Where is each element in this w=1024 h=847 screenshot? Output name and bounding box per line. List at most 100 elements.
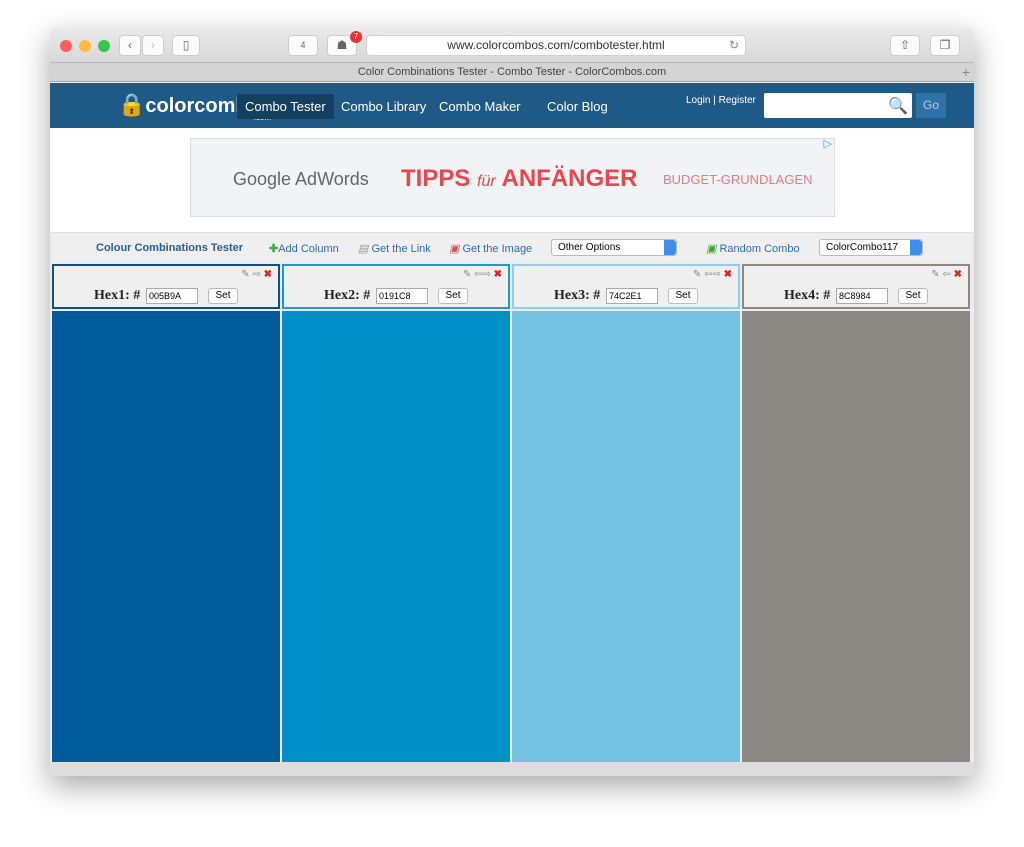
set-button[interactable]: Set: [668, 288, 698, 304]
add-column-label: Add Column: [278, 243, 339, 255]
tester-toolbar: Colour Combinations Tester ✚Add Column ▤…: [52, 232, 972, 262]
move-arrows-icon[interactable]: ⇨: [252, 269, 260, 280]
color-column: ✎ ⇦⇨ ✖ Hex2: # 0191C8 Set: [282, 264, 510, 763]
column-header: ✎ ⇨ ✖ Hex1: # 005B9A Set: [52, 264, 280, 309]
go-button[interactable]: Go: [916, 93, 946, 118]
sidebar-icon[interactable]: ▯: [172, 35, 200, 56]
site-header: 🔒colorcombos.com Combo Tester Combo Libr…: [50, 83, 974, 128]
column-header: ✎ ⇦⇨ ✖ Hex2: # 0191C8 Set: [282, 264, 510, 309]
get-image-label: Get the Image: [462, 243, 533, 255]
nav-combo-library[interactable]: Combo Library: [333, 94, 434, 119]
document-icon: ▤: [358, 243, 369, 255]
adchoices-icon[interactable]: ▷: [824, 137, 832, 150]
address-bar[interactable]: www.colorcombos.com/combotester.html ↻: [366, 35, 746, 56]
browser-window: ‹ › ▯ 4 ☗ 7 www.colorcombos.com/combotest…: [50, 28, 974, 776]
tab-bar[interactable]: Color Combinations Tester - Combo Tester…: [50, 62, 974, 82]
back-button[interactable]: ‹: [119, 35, 141, 56]
select-arrows-icon: [910, 240, 922, 255]
set-button[interactable]: Set: [898, 288, 928, 304]
set-button[interactable]: Set: [438, 288, 468, 304]
hex-label: Hex2: #: [324, 288, 371, 303]
ad-brand: Google AdWords: [233, 169, 369, 189]
status-bar: [50, 762, 974, 776]
remove-icon[interactable]: ✖: [724, 269, 732, 280]
hex-input[interactable]: 0191C8: [376, 288, 428, 304]
forward-button[interactable]: ›: [142, 35, 164, 56]
random-icon: ▣: [706, 243, 717, 255]
hex-label: Hex1: #: [94, 288, 141, 303]
random-combo-label: Random Combo: [719, 243, 800, 255]
plus-icon: ✚: [269, 243, 279, 255]
remove-icon[interactable]: ✖: [954, 269, 962, 280]
hex-label: Hex4: #: [784, 288, 831, 303]
close-window-button[interactable]: [60, 40, 72, 52]
nav-color-blog[interactable]: Color Blog: [539, 94, 616, 119]
random-combo-button[interactable]: ▣ Random Combo: [706, 242, 800, 255]
column-actions: ✎ ⇦ ✖: [931, 269, 962, 280]
browser-toolbar: ‹ › ▯ 4 ☗ 7 www.colorcombos.com/combotest…: [50, 28, 974, 62]
register-link[interactable]: Register: [719, 95, 756, 106]
color-swatch: [742, 311, 970, 763]
select-arrows-icon: [664, 240, 676, 255]
search-input[interactable]: 🔍: [764, 93, 912, 118]
badge-count: 7: [350, 31, 362, 43]
color-column: ✎ ⇨ ✖ Hex1: # 005B9A Set: [52, 264, 280, 763]
set-button[interactable]: Set: [208, 288, 238, 304]
tabs-overview-icon[interactable]: ❐: [930, 35, 960, 56]
move-arrows-icon[interactable]: ⇦: [942, 269, 950, 280]
edit-icon[interactable]: ✎: [241, 269, 249, 280]
hex-input[interactable]: 74C2E1: [606, 288, 658, 304]
edit-icon[interactable]: ✎: [463, 269, 471, 280]
combo-select-label: ColorCombo117: [826, 242, 899, 253]
column-header: ✎ ⇦ ✖ Hex4: # 8C8984 Set: [742, 264, 970, 309]
remove-icon[interactable]: ✖: [494, 269, 502, 280]
ad-headline2: ANFÄNGER: [501, 165, 638, 192]
nav-combo-maker[interactable]: Combo Maker: [431, 94, 529, 119]
search-icon[interactable]: 🔍: [888, 96, 908, 116]
other-options-select[interactable]: Other Options: [551, 239, 677, 256]
color-swatch: [52, 311, 280, 763]
login-area: Login | Register: [686, 95, 756, 106]
other-options-label: Other Options: [558, 242, 621, 253]
color-swatch: [512, 311, 740, 763]
ad-headline-small: für: [477, 173, 496, 190]
hex-input[interactable]: 8C8984: [836, 288, 888, 304]
edit-icon[interactable]: ✎: [931, 269, 939, 280]
add-column-button[interactable]: ✚Add Column: [269, 242, 339, 255]
get-link-button[interactable]: ▤ Get the Link: [358, 242, 431, 255]
color-swatch: [282, 311, 510, 763]
url-text: www.colorcombos.com/combotester.html: [447, 38, 665, 52]
login-link[interactable]: Login: [686, 95, 710, 106]
remove-icon[interactable]: ✖: [264, 269, 272, 280]
ad-tagline: BUDGET-GRUNDLAGEN: [663, 172, 813, 187]
combo-select[interactable]: ColorCombo117: [819, 239, 923, 256]
lock-icon: 🔒: [118, 92, 146, 117]
column-actions: ✎ ⇨ ✖: [241, 269, 272, 280]
new-tab-icon[interactable]: +: [962, 63, 970, 81]
edit-icon[interactable]: ✎: [693, 269, 701, 280]
image-icon: ▣: [449, 243, 460, 255]
tester-title: Colour Combinations Tester: [96, 242, 244, 254]
ghostery-icon[interactable]: ☗ 7: [327, 31, 362, 56]
column-actions: ✎ ⇦⇨ ✖: [463, 269, 502, 280]
minimize-window-button[interactable]: [79, 40, 91, 52]
color-column: ✎ ⇦⇨ ✖ Hex3: # 74C2E1 Set: [512, 264, 740, 763]
column-header: ✎ ⇦⇨ ✖ Hex3: # 74C2E1 Set: [512, 264, 740, 309]
hex-label: Hex3: #: [554, 288, 601, 303]
reload-icon[interactable]: ↻: [729, 36, 739, 55]
hex-input[interactable]: 005B9A: [146, 288, 198, 304]
zoom-window-button[interactable]: [98, 40, 110, 52]
share-icon[interactable]: ⇧: [890, 35, 920, 56]
get-link-label: Get the Link: [371, 243, 431, 255]
move-arrows-icon[interactable]: ⇦⇨: [474, 269, 491, 280]
tab-count-button[interactable]: 4: [288, 35, 318, 56]
ad-headline: TIPPS: [401, 165, 471, 192]
tab-title: Color Combinations Tester - Combo Tester…: [357, 66, 667, 78]
move-arrows-icon[interactable]: ⇦⇨: [704, 269, 721, 280]
get-image-button[interactable]: ▣ Get the Image: [449, 242, 532, 255]
color-column: ✎ ⇦ ✖ Hex4: # 8C8984 Set: [742, 264, 970, 763]
column-actions: ✎ ⇦⇨ ✖: [693, 269, 732, 280]
ad-area: Google AdWords TIPPS für ANFÄNGER BUDGET…: [50, 128, 974, 232]
ad-banner[interactable]: Google AdWords TIPPS für ANFÄNGER BUDGET…: [190, 138, 835, 217]
nav-combo-tester[interactable]: Combo Tester: [237, 94, 334, 119]
